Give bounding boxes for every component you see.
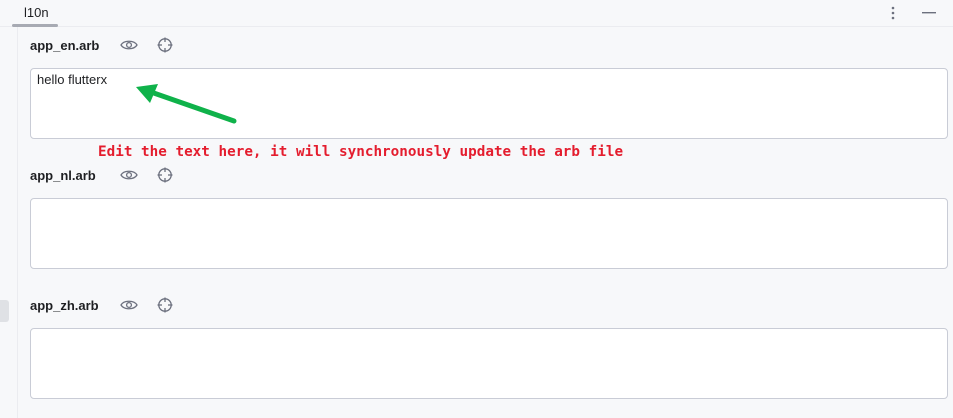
- eye-icon: [120, 300, 138, 310]
- editor-value: hello flutterx: [37, 72, 108, 87]
- locate-button[interactable]: [154, 294, 176, 316]
- file-name-label: app_en.arb: [30, 37, 100, 53]
- preview-button[interactable]: [118, 164, 140, 186]
- more-vertical-icon: [891, 6, 895, 20]
- preview-button[interactable]: [118, 294, 140, 316]
- preview-button[interactable]: [118, 34, 140, 56]
- crosshair-icon: [157, 37, 173, 53]
- annotation-text: Edit the text here, it will synchronousl…: [98, 144, 624, 160]
- text-editor-zh[interactable]: [30, 328, 948, 399]
- tab-bar: l10n: [0, 0, 953, 27]
- minimize-icon: [922, 12, 936, 14]
- eye-icon: [120, 40, 138, 50]
- gutter-handle[interactable]: [0, 300, 9, 322]
- left-gutter: [0, 27, 18, 418]
- section-header-en: app_en.arb: [30, 34, 176, 56]
- annotation-arrow: [136, 84, 237, 124]
- active-tab-indicator: [12, 24, 58, 27]
- eye-icon: [120, 170, 138, 180]
- minimize-button[interactable]: [919, 4, 939, 22]
- locate-button[interactable]: [154, 34, 176, 56]
- text-editor-nl[interactable]: [30, 198, 948, 269]
- crosshair-icon: [157, 297, 173, 313]
- l10n-tool-window: l10n app_en.arb hello flutterx Edit the …: [0, 0, 953, 418]
- file-name-label: app_nl.arb: [30, 167, 96, 183]
- section-header-zh: app_zh.arb: [30, 294, 176, 316]
- tab-l10n[interactable]: l10n: [12, 0, 61, 27]
- crosshair-icon: [157, 167, 173, 183]
- tab-label: l10n: [24, 5, 49, 20]
- tab-actions: [883, 4, 939, 22]
- locate-button[interactable]: [154, 164, 176, 186]
- file-name-label: app_zh.arb: [30, 297, 99, 313]
- more-options-button[interactable]: [883, 4, 903, 22]
- section-header-nl: app_nl.arb: [30, 164, 176, 186]
